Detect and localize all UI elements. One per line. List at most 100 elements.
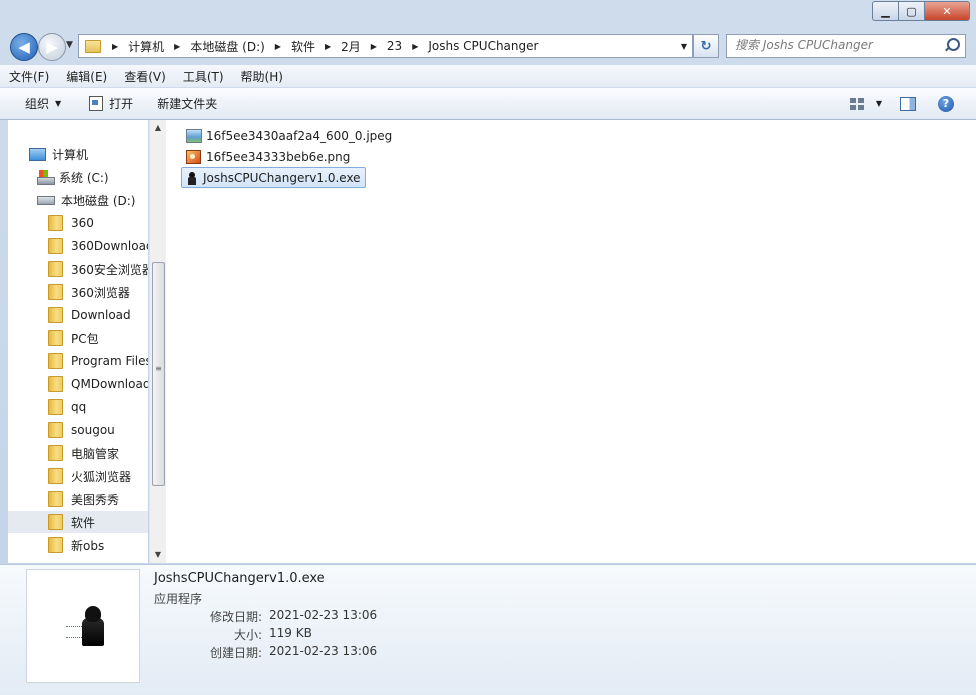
folder-icon xyxy=(48,422,63,438)
close-button[interactable]: ✕ xyxy=(924,1,970,21)
open-button[interactable]: 打开 xyxy=(81,93,141,115)
nav-folder-item[interactable]: 美图秀秀 xyxy=(8,488,148,510)
nav-folder-item[interactable]: 360Download xyxy=(8,235,148,257)
back-button[interactable]: ◀ xyxy=(10,33,38,61)
breadcrumb-computer[interactable]: 计算机 xyxy=(125,38,167,55)
scroll-thumb[interactable]: ≡ xyxy=(152,262,165,486)
folder-icon xyxy=(48,399,63,415)
nav-folder-item[interactable]: 电脑管家 xyxy=(8,442,148,464)
folder-icon xyxy=(48,307,63,323)
folder-icon xyxy=(48,491,63,507)
details-label: 大小: xyxy=(233,628,262,642)
address-bar[interactable]: ▶ 计算机 ▶ 本地磁盘 (D:) ▶ 软件 ▶ 2月 ▶ 23 ▶ Joshs… xyxy=(78,34,693,58)
folder-icon xyxy=(48,238,63,254)
nav-item-label: Program Files xyxy=(71,354,148,368)
file-item[interactable]: 16f5ee3430aaf2a4_600_0.jpeg xyxy=(182,126,396,145)
breadcrumb-february[interactable]: 2月 xyxy=(338,38,364,55)
nav-folder-item[interactable]: 360浏览器 xyxy=(8,281,148,303)
chevron-down-icon: ▼ xyxy=(55,99,62,108)
breadcrumb-drive-d[interactable]: 本地磁盘 (D:) xyxy=(187,38,267,55)
nav-item-label: 系统 (C:) xyxy=(59,170,109,185)
open-icon xyxy=(89,96,104,111)
nav-item-label: 本地磁盘 (D:) xyxy=(61,193,136,208)
command-bar: 组织 ▼ 打开 新建文件夹 ▼ ? xyxy=(0,88,976,120)
system-drive-icon xyxy=(37,170,55,185)
nav-folder-item[interactable]: sougou xyxy=(8,419,148,441)
chevron-down-icon[interactable]: ▼ xyxy=(876,99,882,108)
details-value: 119 KB xyxy=(269,626,312,640)
maximize-button[interactable]: ▢ xyxy=(898,1,924,21)
folder-icon xyxy=(48,330,63,346)
nav-scrollbar[interactable]: ▲ ≡ ▼ xyxy=(149,120,166,563)
organize-label: 组织 xyxy=(25,97,50,111)
breadcrumb-separator[interactable]: ▶ xyxy=(364,42,384,51)
help-icon[interactable]: ? xyxy=(938,95,954,112)
nav-drive-d[interactable]: 本地磁盘 (D:) xyxy=(37,189,148,211)
recent-pages-dropdown[interactable]: ▼ xyxy=(66,40,73,50)
nav-item-label: 360Download xyxy=(71,239,148,253)
menu-tools[interactable]: 工具(T) xyxy=(174,68,232,85)
nav-drive-c[interactable]: 系统 (C:) xyxy=(37,166,148,188)
view-options-icon[interactable] xyxy=(849,97,864,110)
details-value: 2021-02-23 13:06 xyxy=(269,608,378,622)
new-folder-button[interactable]: 新建文件夹 xyxy=(149,93,225,115)
folder-icon xyxy=(48,284,63,300)
navigation-pane: 计算机 系统 (C:) 本地磁盘 (D:) 360 360Download 360安… xyxy=(8,120,148,563)
folder-icon xyxy=(48,468,63,484)
nav-folder-item[interactable]: 软件 xyxy=(8,511,148,533)
search-input[interactable] xyxy=(727,35,945,55)
nav-folder-item[interactable]: 360 xyxy=(8,212,148,234)
nav-folder-item[interactable]: QMDownload xyxy=(8,373,148,395)
breadcrumb-separator[interactable]: ▶ xyxy=(318,42,338,51)
breadcrumb: ▶ 计算机 ▶ 本地磁盘 (D:) ▶ 软件 ▶ 2月 ▶ 23 ▶ Joshs… xyxy=(105,38,676,55)
forward-button[interactable]: ▶ xyxy=(38,33,66,61)
window-controls: ▁ ▢ ✕ xyxy=(872,1,970,21)
file-list[interactable]: 16f5ee3430aaf2a4_600_0.jpeg 16f5ee34333b… xyxy=(166,120,976,563)
file-item[interactable]: 16f5ee34333beb6e.png xyxy=(182,147,354,166)
breadcrumb-separator[interactable]: ▶ xyxy=(405,42,425,51)
file-name: JoshsCPUChangerv1.0.exe xyxy=(203,170,361,185)
nav-folder-item[interactable]: Download xyxy=(8,304,148,326)
nav-folder-item[interactable]: PC包 xyxy=(8,327,148,349)
minimize-button[interactable]: ▁ xyxy=(872,1,898,21)
breadcrumb-current-folder[interactable]: Joshs CPUChanger xyxy=(425,39,541,53)
nav-folder-item[interactable]: 360安全浏览器 xyxy=(8,258,148,280)
breadcrumb-separator[interactable]: ▶ xyxy=(268,42,288,51)
computer-icon xyxy=(29,147,46,161)
toolbar-right-group: ▼ ? xyxy=(849,88,976,119)
menu-view[interactable]: 查看(V) xyxy=(115,68,174,85)
file-item-selected[interactable]: JoshsCPUChangerv1.0.exe xyxy=(181,167,366,188)
nav-folder-item[interactable]: qq xyxy=(8,396,148,418)
details-label: 创建日期: xyxy=(209,646,262,660)
nav-item-label: 美图秀秀 xyxy=(71,492,120,507)
organize-button[interactable]: 组织 ▼ xyxy=(17,93,69,115)
nav-folder-item[interactable]: 新obs xyxy=(8,534,148,556)
breadcrumb-separator[interactable]: ▶ xyxy=(105,42,125,51)
scroll-down-arrow[interactable]: ▼ xyxy=(150,547,166,563)
open-label: 打开 xyxy=(109,97,134,111)
breadcrumb-software[interactable]: 软件 xyxy=(288,38,318,55)
scroll-grip-icon: ≡ xyxy=(155,364,162,373)
address-history-dropdown[interactable]: ▼ xyxy=(676,42,692,51)
search-box[interactable] xyxy=(726,34,966,58)
menu-file[interactable]: 文件(F) xyxy=(0,68,57,85)
nav-item-label: 电脑管家 xyxy=(71,446,120,461)
menu-bar: 文件(F) 编辑(E) 查看(V) 工具(T) 帮助(H) xyxy=(0,65,976,87)
nav-folder-item[interactable]: 火狐浏览器 xyxy=(8,465,148,487)
nav-item-label: 新obs xyxy=(71,538,105,553)
breadcrumb-separator[interactable]: ▶ xyxy=(167,42,187,51)
menu-edit[interactable]: 编辑(E) xyxy=(57,68,115,85)
preview-pane-icon[interactable] xyxy=(900,96,916,111)
details-value: 2021-02-23 13:06 xyxy=(269,644,378,658)
nav-folder-item[interactable]: Program Files xyxy=(8,350,148,372)
folder-icon xyxy=(48,261,63,277)
breadcrumb-23[interactable]: 23 xyxy=(384,39,405,53)
search-icon[interactable] xyxy=(947,38,960,51)
folder-icon xyxy=(48,514,63,530)
details-file-name: JoshsCPUChangerv1.0.exe xyxy=(154,571,325,586)
nav-computer[interactable]: 计算机 xyxy=(29,143,148,165)
menu-help[interactable]: 帮助(H) xyxy=(232,68,291,85)
details-modified-row: 修改日期: 2021-02-23 13:06 xyxy=(154,608,454,625)
scroll-up-arrow[interactable]: ▲ xyxy=(150,120,166,136)
refresh-button[interactable]: ↻ xyxy=(693,34,719,58)
